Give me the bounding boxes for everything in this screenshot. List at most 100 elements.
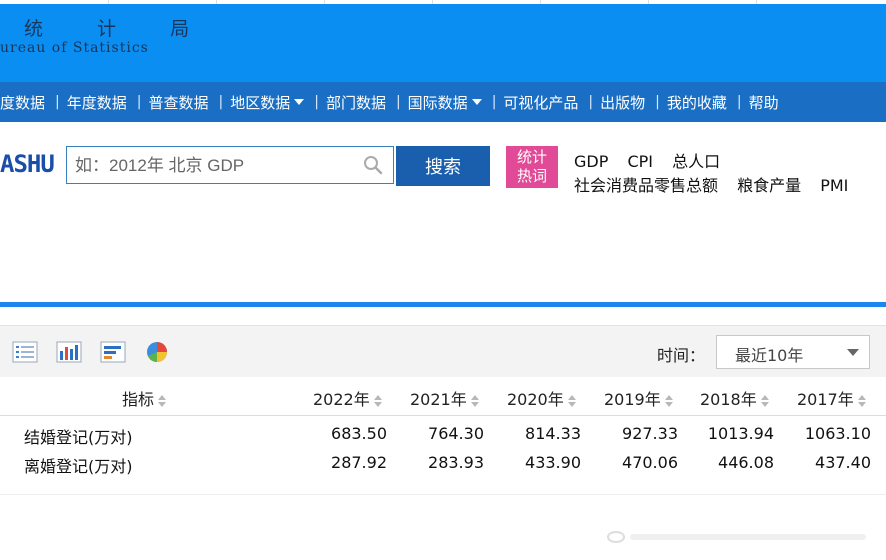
column-header-label: 2022年 <box>313 390 370 409</box>
nav-item-label: 年度数据 <box>66 93 127 112</box>
table-row: 结婚登记(万对) 683.50 764.30 814.33 927.33 1013.94 1… <box>0 420 886 449</box>
table-cell: 1013.94 <box>707 424 774 443</box>
hot-words-badge-line1: 统计 <box>516 148 547 166</box>
watermark-logo <box>607 531 866 543</box>
nav-separator: | <box>55 94 60 110</box>
table-cell: 437.40 <box>815 453 871 472</box>
nav-item-9[interactable]: 帮助 <box>749 92 779 113</box>
nav-item-3[interactable]: 地区数据 <box>230 92 305 113</box>
table-cell: 433.90 <box>525 453 581 472</box>
hot-words-row-1: GDP CPI 总人口 <box>574 148 734 172</box>
column-header-indicator[interactable]: 指标 <box>122 386 167 410</box>
nav-item-label: 度数据 <box>0 93 46 112</box>
hot-word-retail-sales[interactable]: 社会消费品零售总额 <box>574 176 718 195</box>
pie-chart-icon[interactable] <box>144 341 170 363</box>
column-header-label: 2019年 <box>604 390 661 409</box>
table-header: 指标 2022年 2021年 2020年 2019年 2018年 2017年 <box>0 377 886 416</box>
nav-item-label: 部门数据 <box>325 93 386 112</box>
table-toolbar: 时间： 最近10年 <box>0 325 886 378</box>
sort-icon <box>567 394 576 408</box>
table-cell: 283.93 <box>428 453 484 472</box>
site-subtitle: ureau of Statistics <box>0 40 149 56</box>
nav-item-4[interactable]: 部门数据 <box>326 92 386 113</box>
hot-word-population[interactable]: 总人口 <box>672 152 720 171</box>
column-header-label: 2021年 <box>410 390 467 409</box>
nav-separator: | <box>395 94 401 110</box>
horizontal-bar-icon[interactable] <box>100 341 126 363</box>
hot-word-pmi[interactable]: PMI <box>820 176 848 195</box>
column-header-year[interactable]: 2017年 <box>797 386 866 410</box>
row-label: 离婚登记(万对) <box>24 457 133 476</box>
sort-icon <box>857 394 866 408</box>
column-header-year[interactable]: 2019年 <box>604 386 673 410</box>
sort-icon <box>664 394 673 408</box>
table-cell: 1063.10 <box>804 424 871 443</box>
table-cell: 814.33 <box>525 424 581 443</box>
nav-item-label: 我的收藏 <box>666 93 727 112</box>
table-cell: 683.50 <box>331 424 387 443</box>
nav-item-label: 地区数据 <box>230 93 291 112</box>
site-title: 统 计 局 <box>24 18 214 40</box>
table-cell: 764.30 <box>428 424 484 443</box>
table-cell: 287.92 <box>331 453 387 472</box>
nav-separator: | <box>314 94 319 110</box>
hot-words-badge: 统计 热词 <box>506 146 558 188</box>
column-header-label: 2020年 <box>507 390 564 409</box>
nav-separator: | <box>655 94 660 110</box>
hot-words-badge-line2: 热词 <box>516 167 547 185</box>
nav-item-0[interactable]: 度数据 <box>0 92 45 113</box>
search-button[interactable]: 搜索 <box>396 146 490 186</box>
time-range-value: 最近10年 <box>735 346 804 365</box>
time-label: 时间： <box>657 346 706 365</box>
sort-icon <box>373 394 382 408</box>
list-view-icon[interactable] <box>12 341 38 363</box>
table-body: 结婚登记(万对) 683.50 764.30 814.33 927.33 1013.94 1… <box>0 416 886 494</box>
column-header-label: 指标 <box>122 390 155 409</box>
sort-icon <box>470 394 479 408</box>
table-cell: 927.33 <box>622 424 678 443</box>
nav-item-2[interactable]: 普查数据 <box>148 92 208 113</box>
main-nav: 度数据 | 年度数据 | 普查数据 | 地区数据 | 部门数据 | 国际数据 | 可视化产品 | 出版物 | 我… <box>0 82 886 122</box>
sort-icon <box>760 394 769 408</box>
nav-item-8[interactable]: 我的收藏 <box>667 92 727 113</box>
column-header-year[interactable]: 2018年 <box>700 386 769 410</box>
search-icon[interactable] <box>363 155 383 175</box>
nav-item-label: 国际数据 <box>407 93 468 112</box>
hot-words-row-2: 社会消费品零售总额 粮食产量 PMI <box>574 172 862 196</box>
nav-item-7[interactable]: 出版物 <box>600 92 645 113</box>
hot-word-cpi[interactable]: CPI <box>627 152 653 171</box>
table-cell: 470.06 <box>622 453 678 472</box>
bar-chart-icon[interactable] <box>56 341 82 363</box>
hot-word-gdp[interactable]: GDP <box>574 152 608 171</box>
site-logo: ASHU <box>0 150 55 178</box>
chevron-down-icon <box>294 99 305 105</box>
section-divider-bar <box>0 302 886 307</box>
nav-separator: | <box>736 94 742 110</box>
hot-word-grain-output[interactable]: 粮食产量 <box>737 176 801 195</box>
column-header-label: 2017年 <box>797 390 854 409</box>
column-header-label: 2018年 <box>700 390 757 409</box>
nav-item-1[interactable]: 年度数据 <box>67 92 127 113</box>
table-cell: 446.08 <box>718 453 774 472</box>
chevron-down-icon <box>847 349 859 356</box>
nav-separator: | <box>491 94 497 110</box>
chevron-down-icon <box>471 99 482 105</box>
column-header-year[interactable]: 2022年 <box>313 386 382 410</box>
nav-item-label: 普查数据 <box>148 93 209 112</box>
nav-item-6[interactable]: 可视化产品 <box>503 92 578 113</box>
column-header-year[interactable]: 2020年 <box>507 386 576 410</box>
search-input[interactable] <box>73 151 357 181</box>
column-header-year[interactable]: 2021年 <box>410 386 479 410</box>
nav-item-5[interactable]: 国际数据 <box>408 92 482 113</box>
sort-icon <box>158 394 167 408</box>
nav-separator: | <box>136 94 142 110</box>
search-box <box>66 146 394 184</box>
site-header: 统 计 局 ureau of Statistics <box>0 4 886 82</box>
nav-item-label: 帮助 <box>748 93 779 112</box>
time-range-select[interactable]: 最近10年 <box>716 335 870 369</box>
nav-separator: | <box>218 94 224 110</box>
nav-item-label: 可视化产品 <box>503 93 579 112</box>
row-label: 结婚登记(万对) <box>24 428 133 447</box>
nav-item-label: 出版物 <box>600 93 646 112</box>
table-row: 离婚登记(万对) 287.92 283.93 433.90 470.06 446.08 43… <box>0 449 886 478</box>
